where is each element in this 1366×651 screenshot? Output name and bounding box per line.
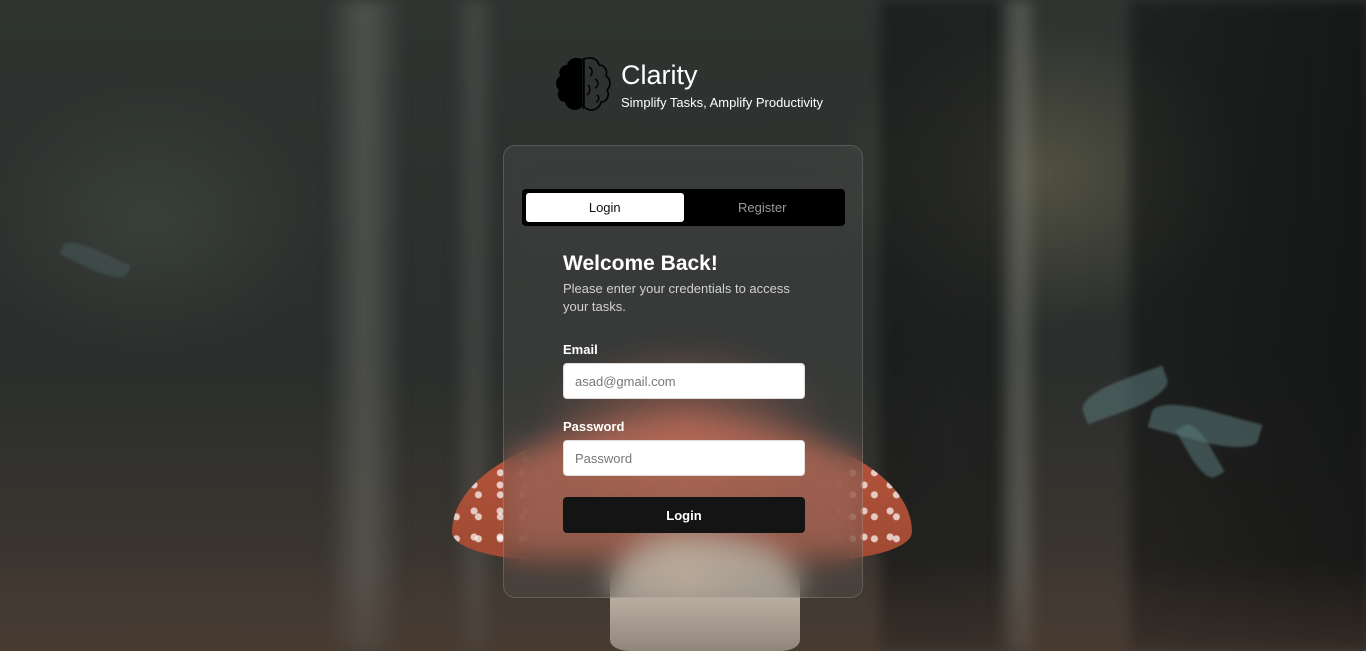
auth-card: Login Register Welcome Back! Please ente… bbox=[503, 145, 863, 598]
password-field[interactable] bbox=[563, 440, 805, 476]
tab-login[interactable]: Login bbox=[526, 193, 684, 222]
brain-icon bbox=[556, 57, 611, 111]
app-tagline: Simplify Tasks, Amplify Productivity bbox=[621, 94, 824, 110]
email-field[interactable] bbox=[563, 363, 805, 399]
auth-tabs: Login Register bbox=[522, 189, 845, 226]
password-label: Password bbox=[563, 419, 625, 434]
form-subtext: Please enter your credentials to access … bbox=[563, 281, 790, 314]
email-label: Email bbox=[563, 342, 598, 357]
tab-register[interactable]: Register bbox=[684, 193, 842, 222]
app-title: Clarity bbox=[621, 59, 698, 90]
brand-header: Clarity Simplify Tasks, Amplify Producti… bbox=[555, 55, 823, 113]
form-heading: Welcome Back! bbox=[563, 252, 718, 275]
login-form: Welcome Back! Please enter your credenti… bbox=[563, 252, 805, 533]
login-button[interactable]: Login bbox=[563, 497, 805, 533]
